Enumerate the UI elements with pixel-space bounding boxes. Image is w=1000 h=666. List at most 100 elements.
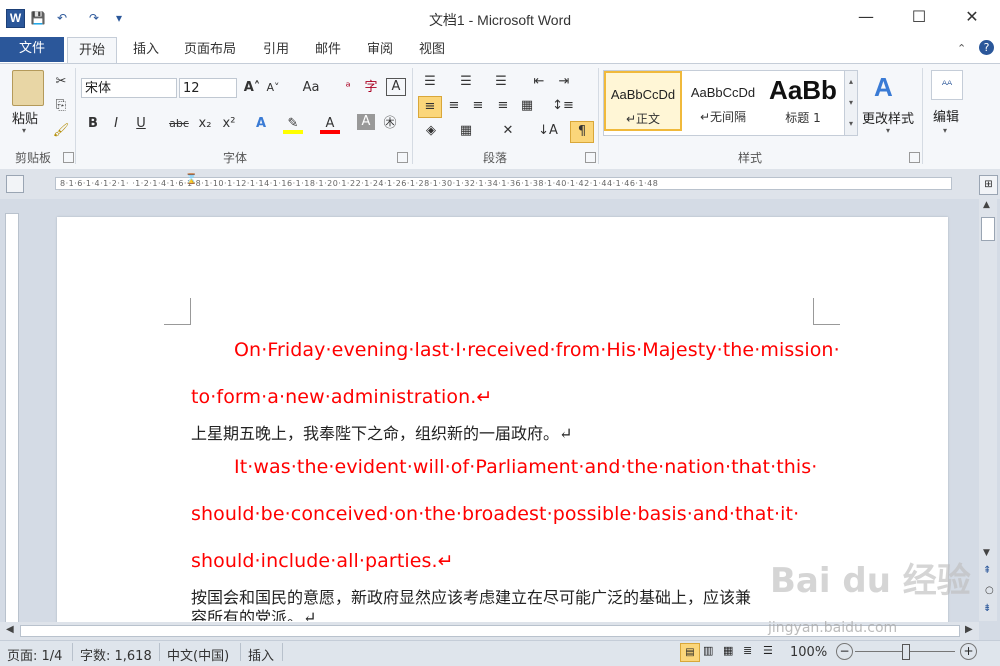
font-name-combo[interactable]: 宋体: [81, 78, 177, 98]
scroll-right-icon[interactable]: ▶: [965, 624, 973, 635]
doc-line-en[interactable]: It·was·the·evident·will·of·Parliament·an…: [234, 456, 817, 478]
grow-font-button[interactable]: A˄: [242, 78, 262, 98]
doc-line-en[interactable]: should·be·conceived·on·the·broadest·poss…: [191, 503, 799, 525]
style-normal[interactable]: AaBbCcDd ↵正文: [604, 71, 682, 131]
change-styles-icon[interactable]: A: [874, 72, 893, 103]
font-size-combo[interactable]: 12: [179, 78, 237, 98]
enclosed-char-icon[interactable]: ㊍: [381, 114, 399, 134]
scroll-down-icon[interactable]: ▼: [983, 548, 990, 558]
paste-dropdown-icon[interactable]: ▾: [22, 126, 26, 135]
zoom-in-icon[interactable]: +: [960, 643, 977, 660]
previous-page-icon[interactable]: ⇞: [983, 565, 991, 576]
tab-home[interactable]: 开始: [67, 37, 117, 64]
char-shading-icon[interactable]: A: [357, 114, 375, 130]
cut-icon[interactable]: ✂: [52, 72, 70, 92]
justify-button[interactable]: ≡: [493, 96, 513, 116]
clipboard-launcher-icon[interactable]: [63, 152, 74, 163]
sort-icon[interactable]: ↓A: [538, 121, 558, 141]
numbering-icon[interactable]: ☰: [455, 72, 477, 92]
align-left-button[interactable]: ≡: [418, 96, 442, 118]
doc-line-zh[interactable]: 上星期五晚上，我奉陛下之命，组织新的一届政府。↵: [191, 420, 572, 444]
font-color-icon[interactable]: A: [320, 114, 340, 134]
customize-qat-icon[interactable]: ▾: [110, 9, 128, 27]
zoom-slider-thumb[interactable]: [902, 644, 910, 660]
style-no-spacing[interactable]: AaBbCcDd ↵无间隔: [684, 71, 762, 131]
indent-marker-icon[interactable]: ⌛: [185, 174, 197, 185]
tab-view[interactable]: 视图: [410, 37, 454, 62]
save-icon[interactable]: 💾: [29, 9, 47, 27]
decrease-indent-icon[interactable]: ⇤: [529, 72, 549, 92]
zoom-out-icon[interactable]: −: [836, 643, 853, 660]
zoom-level[interactable]: 100%: [790, 645, 827, 660]
help-icon[interactable]: ?: [979, 40, 994, 55]
next-page-icon[interactable]: ⇟: [983, 603, 991, 614]
vertical-ruler[interactable]: [5, 213, 19, 623]
shading-icon[interactable]: ◈: [420, 121, 442, 141]
word-count-status[interactable]: 字数: 1,618: [80, 645, 152, 664]
full-screen-view-icon[interactable]: ▥: [703, 644, 713, 657]
browse-object-icon[interactable]: ○: [985, 585, 994, 596]
phonetic-guide-icon[interactable]: ᵃ: [339, 78, 357, 98]
styles-scroll-icon[interactable]: ▴ ▾ ▾: [844, 70, 858, 136]
scroll-left-icon[interactable]: ◀: [6, 624, 14, 635]
style-heading-1[interactable]: AaBb 标题 1: [764, 71, 842, 131]
editing-button[interactable]: 编辑: [933, 106, 959, 125]
shrink-font-button[interactable]: A˅: [263, 78, 283, 98]
char-border-icon[interactable]: A: [386, 78, 406, 96]
show-marks-button[interactable]: ¶: [570, 121, 594, 143]
view-ruler-icon[interactable]: ⊞: [979, 175, 998, 195]
bold-button[interactable]: B: [84, 114, 102, 134]
vertical-scroll-thumb[interactable]: [981, 217, 995, 241]
bullets-icon[interactable]: ☰: [419, 72, 441, 92]
styles-launcher-icon[interactable]: [909, 152, 920, 163]
draft-view-icon[interactable]: ☰: [763, 644, 773, 657]
web-layout-view-icon[interactable]: ▦: [723, 644, 733, 657]
highlight-icon[interactable]: ✎: [283, 114, 303, 134]
font-launcher-icon[interactable]: [397, 152, 408, 163]
tab-insert[interactable]: 插入: [124, 37, 168, 62]
subscript-button[interactable]: x₂: [195, 114, 215, 134]
italic-button[interactable]: I: [107, 114, 125, 134]
superscript-button[interactable]: x²: [219, 114, 239, 134]
outline-view-icon[interactable]: ≣: [743, 644, 752, 657]
align-center-button[interactable]: ≡: [444, 96, 464, 116]
doc-line-en[interactable]: to·form·a·new·administration.↵: [191, 386, 492, 408]
paste-icon[interactable]: [12, 70, 44, 106]
doc-line-en[interactable]: should·include·all·parties.↵: [191, 550, 454, 572]
change-case-button[interactable]: Aa: [297, 78, 325, 98]
distributed-button[interactable]: ▦: [517, 96, 537, 116]
close-button[interactable]: ✕: [949, 3, 995, 31]
minimize-ribbon-icon[interactable]: ⌃: [957, 42, 966, 55]
borders-icon[interactable]: ▦: [455, 121, 477, 141]
undo-icon[interactable]: ↶: [53, 9, 71, 27]
page-count-status[interactable]: 页面: 1/4: [7, 645, 62, 664]
redo-icon[interactable]: ↷: [85, 9, 103, 27]
align-right-button[interactable]: ≡: [468, 96, 488, 116]
line-spacing-icon[interactable]: ↕≡: [550, 96, 576, 116]
paste-button[interactable]: 粘贴: [12, 108, 38, 127]
format-painter-icon[interactable]: 🖌: [52, 121, 70, 141]
doc-line-zh[interactable]: 容所有的党派。↵: [191, 604, 316, 621]
minimize-button[interactable]: —: [843, 3, 889, 31]
change-styles-dropdown-icon[interactable]: ▾: [886, 126, 890, 135]
tab-page-layout[interactable]: 页面布局: [176, 37, 244, 62]
enclose-chars-icon[interactable]: 字: [362, 78, 380, 98]
strikethrough-button[interactable]: abc: [168, 114, 190, 134]
language-status[interactable]: 中文(中国): [167, 645, 229, 664]
file-tab[interactable]: 文件: [0, 37, 64, 62]
chinese-layout-icon[interactable]: ✕: [497, 121, 519, 141]
text-effects-icon[interactable]: A: [251, 114, 271, 134]
multilevel-list-icon[interactable]: ☰: [490, 72, 512, 92]
find-icon[interactable]: ᴬᴬ: [931, 70, 963, 100]
copy-icon[interactable]: ⎘: [52, 96, 70, 116]
underline-button[interactable]: U: [132, 114, 150, 134]
tab-review[interactable]: 审阅: [358, 37, 402, 62]
paragraph-launcher-icon[interactable]: [585, 152, 596, 163]
scroll-up-icon[interactable]: ▲: [983, 200, 990, 210]
editing-dropdown-icon[interactable]: ▾: [943, 126, 947, 135]
increase-indent-icon[interactable]: ⇥: [554, 72, 574, 92]
word-logo-icon[interactable]: W: [6, 9, 25, 28]
print-layout-view-icon[interactable]: ▤: [680, 643, 700, 662]
maximize-button[interactable]: ☐: [896, 3, 942, 31]
tab-references[interactable]: 引用: [254, 37, 298, 62]
